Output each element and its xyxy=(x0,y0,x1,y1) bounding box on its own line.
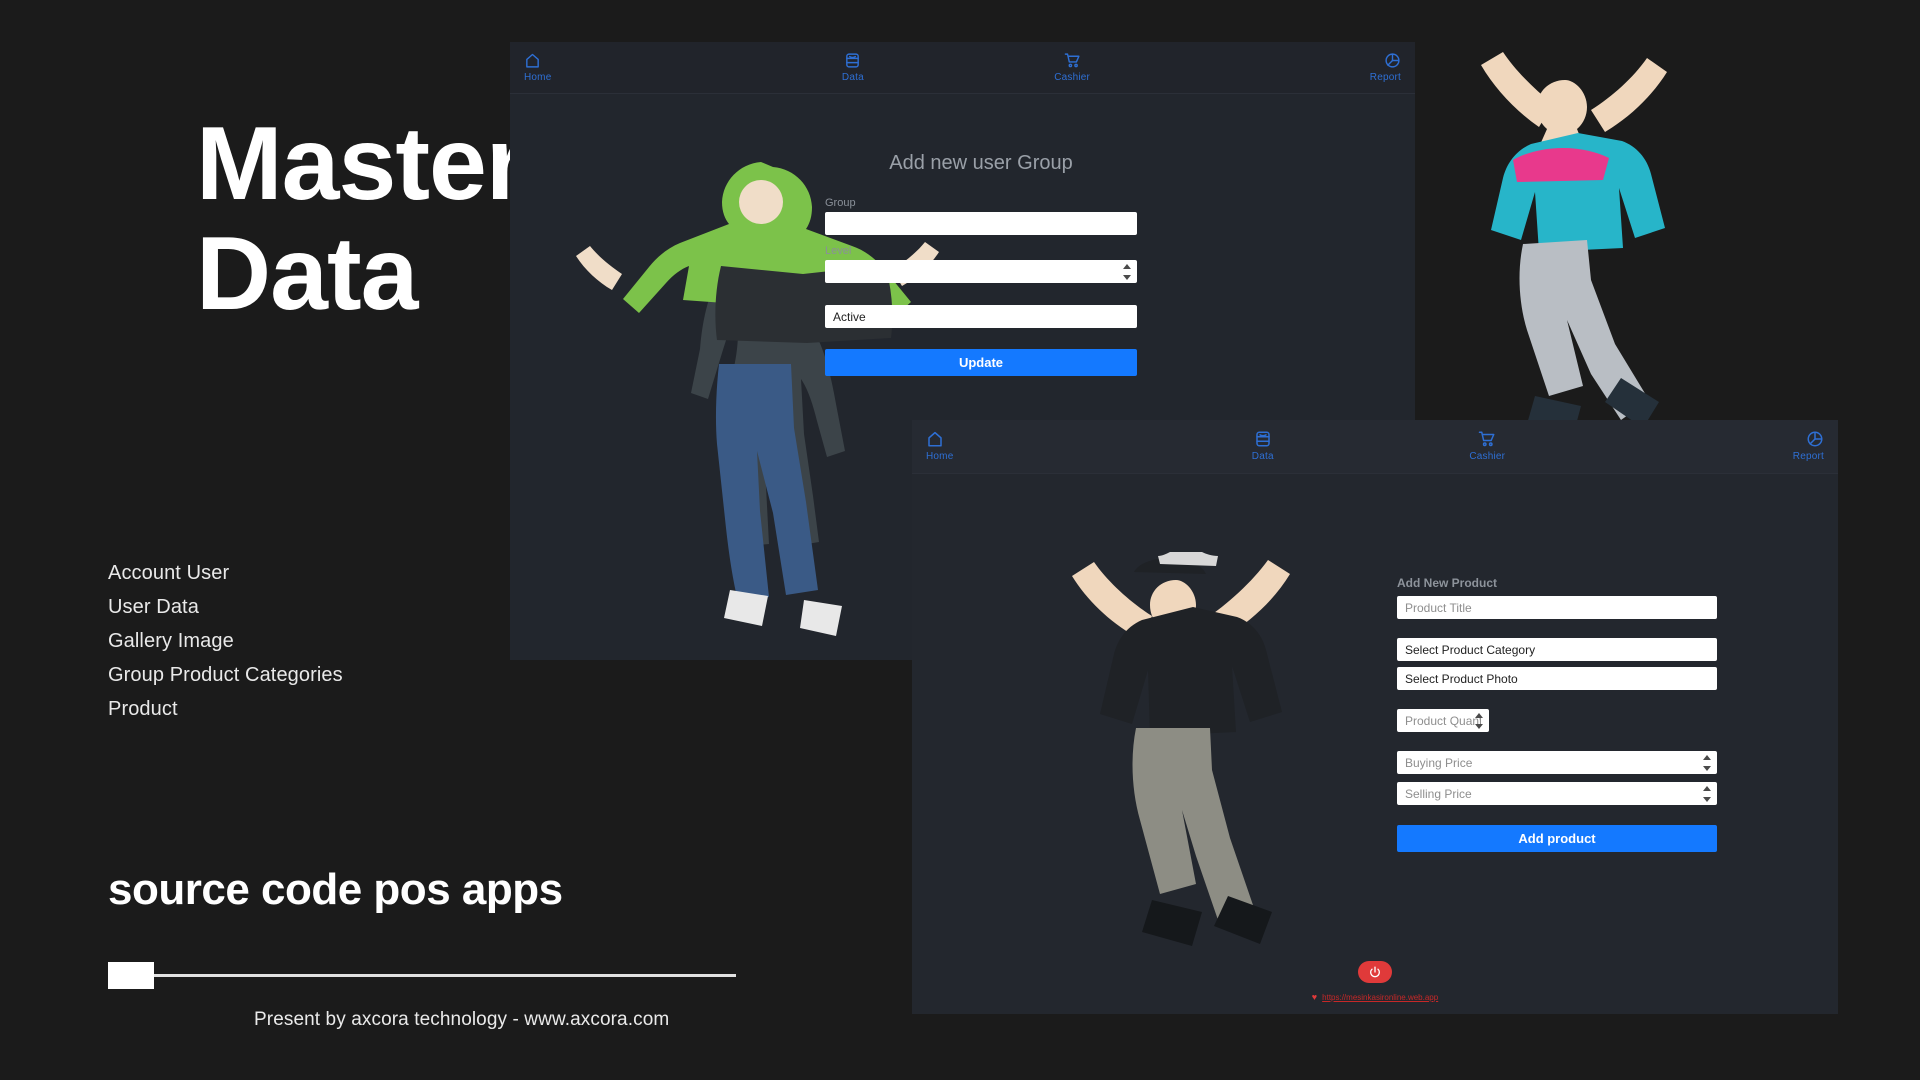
database-icon xyxy=(844,52,861,69)
nav-item-data[interactable]: Data xyxy=(1151,420,1376,462)
submit-row: Add product xyxy=(1397,825,1717,852)
buying-price-row xyxy=(1397,751,1717,774)
product-quantity-row xyxy=(1397,709,1489,732)
page-subtitle: source code pos apps xyxy=(108,865,563,914)
nav-item-label: Cashier xyxy=(1054,72,1091,83)
page-title: Master Data xyxy=(196,112,526,332)
progress-slider[interactable] xyxy=(108,962,736,990)
form-title: Add new user Group xyxy=(889,152,1073,174)
add-product-form: Add New Product Product Title Select Pro… xyxy=(1397,576,1717,852)
home-icon xyxy=(524,52,541,69)
product-quantity-stepper[interactable] xyxy=(1397,709,1489,732)
product-quantity-input[interactable] xyxy=(1397,709,1489,732)
nav-item-label: Home xyxy=(524,72,552,83)
slide-canvas: Master Data Account User User Data Galle… xyxy=(0,0,1920,1080)
list-item: Group Product Categories xyxy=(108,664,343,686)
list-item: Product xyxy=(108,698,178,720)
heart-icon: ♥ xyxy=(1311,992,1318,1002)
product-window: Home Data Cashier Report Add New Product… xyxy=(912,420,1838,1014)
window-footer: ♥ https://mesinkasironline.web.app xyxy=(912,961,1838,1002)
nav-item-label: Home xyxy=(926,451,954,462)
presented-by-credit: Present by axcora technology - www.axcor… xyxy=(254,1009,670,1030)
product-photo-select[interactable] xyxy=(1397,667,1717,690)
page-title-line2: Data xyxy=(196,216,418,332)
navigation-bar: Home Data Cashier Report xyxy=(912,420,1838,474)
home-icon xyxy=(926,430,944,448)
nav-item-cashier[interactable]: Cashier xyxy=(1375,420,1600,462)
level-field-label: Level xyxy=(825,245,852,257)
dancer-photo-teal-outfit xyxy=(1481,52,1667,436)
feature-list: Account User User Data Gallery Image Gro… xyxy=(108,556,343,726)
product-window-body: Add New Product Product Title Select Pro… xyxy=(912,474,1838,1014)
form-spacer xyxy=(1397,696,1717,709)
nav-item-report[interactable]: Report xyxy=(1182,42,1415,83)
product-title-row xyxy=(1397,596,1717,619)
group-input[interactable] xyxy=(825,212,1137,235)
selling-price-stepper[interactable] xyxy=(1397,782,1717,805)
nav-item-report[interactable]: Report xyxy=(1600,420,1839,462)
database-icon xyxy=(1254,430,1272,448)
product-category-row xyxy=(1397,638,1717,661)
pie-chart-icon xyxy=(1384,52,1401,69)
list-item: User Data xyxy=(108,596,199,618)
navigation-bar: Home Data Cashier Report xyxy=(510,42,1415,94)
list-item: Account User xyxy=(108,562,230,584)
nav-item-label: Cashier xyxy=(1469,451,1506,462)
product-photo-row xyxy=(1397,667,1717,690)
nav-item-label: Data xyxy=(1251,451,1274,462)
group-field-row: Group xyxy=(825,197,1137,235)
level-input[interactable] xyxy=(825,260,1137,283)
progress-track xyxy=(108,974,736,977)
nav-item-cashier[interactable]: Cashier xyxy=(963,42,1182,83)
list-item: Gallery Image xyxy=(108,630,234,652)
selling-price-row xyxy=(1397,782,1717,805)
level-field-row: Level xyxy=(825,245,1137,283)
power-button[interactable] xyxy=(1358,961,1392,983)
buying-price-input[interactable] xyxy=(1397,751,1717,774)
page-title-line1: Master xyxy=(196,106,526,222)
nav-item-home[interactable]: Home xyxy=(912,420,1151,462)
footer-link[interactable]: https://mesinkasironline.web.app xyxy=(1322,993,1438,1002)
product-category-select[interactable] xyxy=(1397,638,1717,661)
nav-item-label: Report xyxy=(1369,72,1401,83)
nav-item-label: Data xyxy=(841,72,864,83)
shopping-cart-icon xyxy=(1478,430,1496,448)
form-spacer xyxy=(1397,738,1717,751)
submit-row: Update xyxy=(825,349,1137,376)
footer-link-row: ♥ https://mesinkasironline.web.app xyxy=(912,992,1838,1003)
product-title-input[interactable] xyxy=(1397,596,1717,619)
pie-chart-icon xyxy=(1806,430,1824,448)
form-spacer xyxy=(1397,625,1717,638)
nav-item-label: Report xyxy=(1792,451,1824,462)
user-group-form: Add new user Group Group Level Active Up… xyxy=(825,152,1137,376)
update-button[interactable]: Update xyxy=(825,349,1137,376)
dancer-photo-black-jacket xyxy=(1072,552,1290,946)
group-field-label: Group xyxy=(825,197,856,209)
selling-price-input[interactable] xyxy=(1397,782,1717,805)
form-title: Add New Product xyxy=(1397,576,1498,590)
nav-item-home[interactable]: Home xyxy=(510,42,743,83)
shopping-cart-icon xyxy=(1064,52,1081,69)
status-field-row xyxy=(825,305,1137,328)
buying-price-stepper[interactable] xyxy=(1397,751,1717,774)
progress-knob[interactable] xyxy=(108,962,154,989)
add-product-button[interactable]: Add product xyxy=(1397,825,1717,852)
status-select[interactable] xyxy=(825,305,1137,328)
nav-item-data[interactable]: Data xyxy=(743,42,962,83)
level-stepper[interactable] xyxy=(825,260,1137,283)
